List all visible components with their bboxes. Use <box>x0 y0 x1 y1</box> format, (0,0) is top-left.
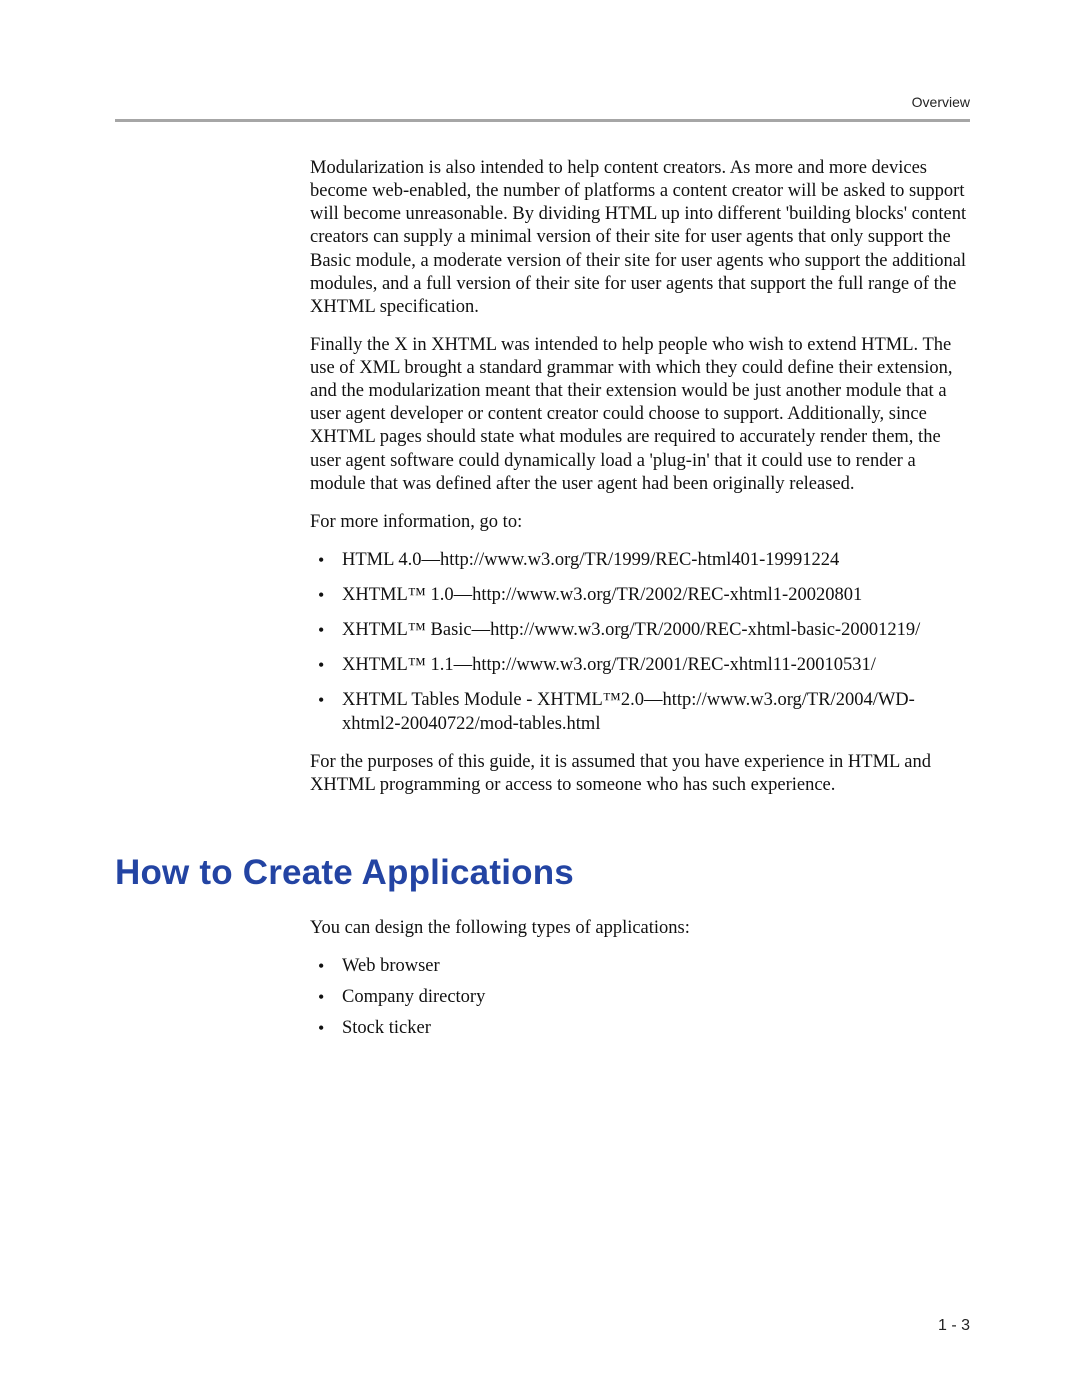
list-item: HTML 4.0—http://www.w3.org/TR/1999/REC-h… <box>338 549 970 572</box>
paragraph-app-types: You can design the following types of ap… <box>310 917 970 940</box>
list-item: XHTML™ 1.0—http://www.w3.org/TR/2002/REC… <box>338 584 970 607</box>
page: Overview Modularization is also intended… <box>0 0 1080 1397</box>
header-rule <box>115 119 970 122</box>
page-number: 1 - 3 <box>938 1317 970 1335</box>
list-item: XHTML™ Basic—http://www.w3.org/TR/2000/R… <box>338 619 970 642</box>
list-item: XHTML Tables Module - XHTML™2.0—http://w… <box>338 689 970 735</box>
application-type-list: Web browser Company directory Stock tick… <box>310 955 970 1040</box>
paragraph-moreinfo: For more information, go to: <box>310 511 970 534</box>
header-section-label: Overview <box>912 94 970 110</box>
list-item: Web browser <box>338 955 970 978</box>
paragraph-assumption: For the purposes of this guide, it is as… <box>310 751 970 797</box>
section-heading-create-apps: How to Create Applications <box>115 851 970 895</box>
body-column: Modularization is also intended to help … <box>310 157 970 1040</box>
list-item: Company directory <box>338 986 970 1009</box>
paragraph-extend: Finally the X in XHTML was intended to h… <box>310 334 970 496</box>
list-item: XHTML™ 1.1—http://www.w3.org/TR/2001/REC… <box>338 654 970 677</box>
paragraph-modularization: Modularization is also intended to help … <box>310 157 970 319</box>
reference-link-list: HTML 4.0—http://www.w3.org/TR/1999/REC-h… <box>310 549 970 736</box>
list-item: Stock ticker <box>338 1017 970 1040</box>
